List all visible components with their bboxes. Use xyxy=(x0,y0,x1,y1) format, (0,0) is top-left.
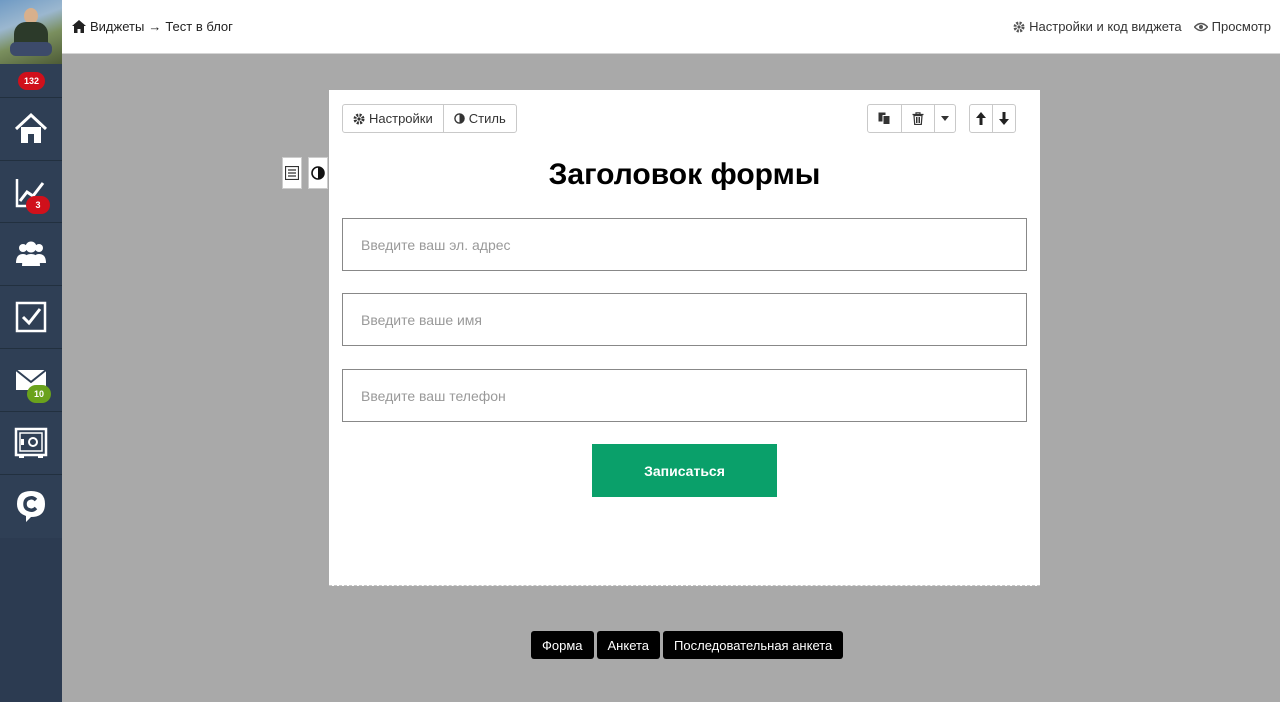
email-field[interactable] xyxy=(342,218,1027,271)
top-bar: Виджеты → Тест в блог Настройки и код ви… xyxy=(62,0,1280,54)
type-form-button[interactable]: Форма xyxy=(531,631,594,659)
arrow-up-icon xyxy=(976,112,986,125)
copy-button[interactable] xyxy=(868,105,902,132)
contrast-icon xyxy=(311,166,325,180)
widget-settings-link[interactable]: Настройки и код виджета xyxy=(1013,19,1182,34)
sidebar-item-mail[interactable]: 10 xyxy=(0,348,62,410)
form-toolbar-order xyxy=(969,104,1016,133)
sidebar-item-tasks[interactable] xyxy=(0,285,62,347)
type-survey-button[interactable]: Анкета xyxy=(596,631,661,659)
type-sequential-survey-button[interactable]: Последовательная анкета xyxy=(663,631,844,659)
avatar[interactable] xyxy=(0,0,62,64)
move-down-button[interactable] xyxy=(993,105,1015,132)
block-style-button[interactable] xyxy=(308,157,328,189)
phone-field[interactable] xyxy=(342,369,1027,422)
top-actions: Настройки и код виджета Просмотр xyxy=(1013,19,1271,34)
widget-settings-label: Настройки и код виджета xyxy=(1029,19,1182,34)
gear-icon xyxy=(353,113,365,124)
trash-icon xyxy=(912,112,924,125)
sidebar-item-users[interactable] xyxy=(0,222,62,284)
eye-icon xyxy=(1193,22,1208,31)
sidebar-item-safe[interactable] xyxy=(0,411,62,473)
form-toolbar-actions xyxy=(867,104,956,133)
list-icon xyxy=(285,166,299,180)
caret-down-icon xyxy=(941,116,949,121)
settings-label: Настройки xyxy=(369,111,433,126)
checkbox-icon xyxy=(15,301,47,332)
sidebar: 132 3 10 xyxy=(0,0,62,702)
avatar-legs xyxy=(10,42,52,56)
block-list-button[interactable] xyxy=(282,157,302,189)
contrast-icon xyxy=(453,113,465,124)
form-type-switcher: Форма Анкета Последовательная анкета xyxy=(531,631,844,659)
safe-icon xyxy=(14,427,48,458)
arrow-down-icon xyxy=(999,112,1009,125)
sidebar-bottom xyxy=(0,538,62,702)
mail-badge: 10 xyxy=(27,385,51,403)
home-icon xyxy=(72,20,86,33)
sidebar-item-chat[interactable] xyxy=(0,474,62,536)
breadcrumb: Виджеты → Тест в блог xyxy=(72,19,233,34)
home-icon xyxy=(14,112,48,143)
sidebar-item-home[interactable] xyxy=(0,97,62,159)
form-widget: Настройки Стиль Заголовок формы Введите … xyxy=(329,90,1040,586)
style-label: Стиль xyxy=(468,111,506,126)
breadcrumb-root[interactable]: Виджеты xyxy=(90,19,144,34)
preview-link[interactable]: Просмотр xyxy=(1193,19,1271,34)
delete-button[interactable] xyxy=(902,105,935,132)
move-up-button[interactable] xyxy=(970,105,993,132)
breadcrumb-current: Тест в блог xyxy=(165,19,233,34)
style-button[interactable]: Стиль xyxy=(444,105,516,132)
copy-icon xyxy=(878,112,891,125)
gear-icon xyxy=(1013,21,1025,32)
form-toolbar-left: Настройки Стиль xyxy=(342,104,517,133)
users-icon xyxy=(16,241,46,266)
notification-badge: 132 xyxy=(18,72,46,90)
preview-label: Просмотр xyxy=(1211,19,1271,34)
submit-button[interactable]: Записаться xyxy=(592,444,777,497)
settings-button[interactable]: Настройки xyxy=(343,105,444,132)
breadcrumb-separator: → xyxy=(148,19,162,34)
name-field[interactable] xyxy=(342,293,1027,346)
more-dropdown[interactable] xyxy=(935,105,955,132)
analytics-badge: 3 xyxy=(26,196,50,214)
sidebar-item-analytics[interactable]: 3 xyxy=(0,160,62,222)
form-title[interactable]: Заголовок формы xyxy=(329,158,1040,192)
chat-c-icon xyxy=(17,490,45,522)
